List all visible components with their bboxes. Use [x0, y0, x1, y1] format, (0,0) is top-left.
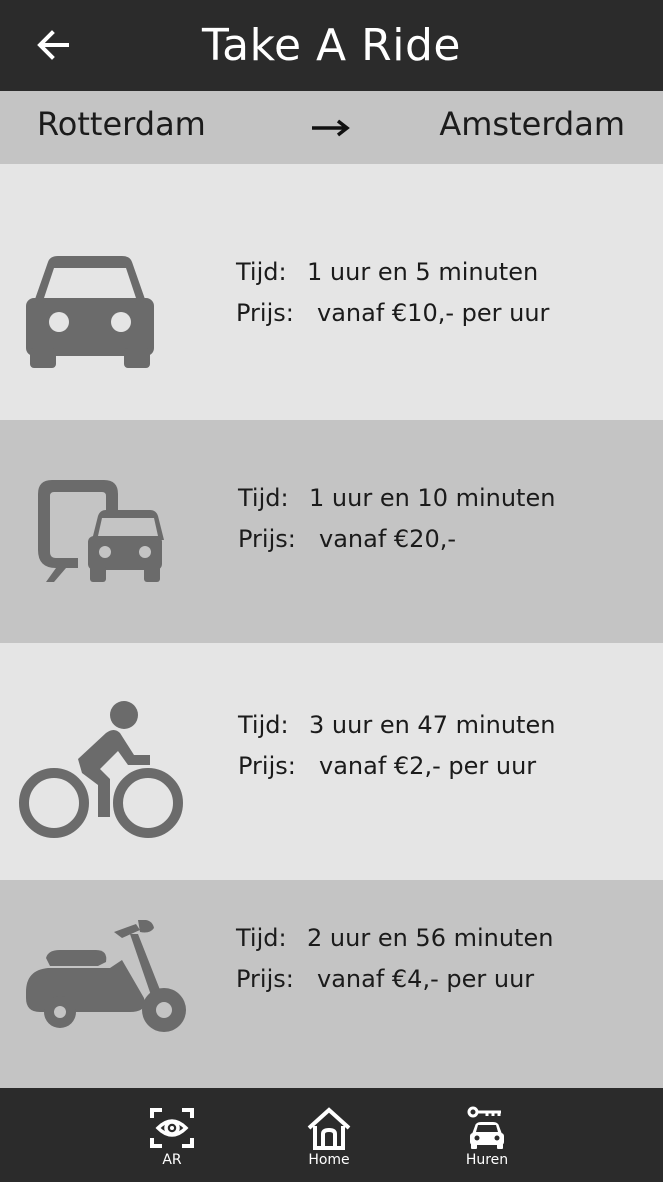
- bicycle-icon: [19, 701, 183, 838]
- home-icon: [307, 1107, 351, 1150]
- nav-ar[interactable]: AR: [127, 1106, 217, 1172]
- car-key-icon: [467, 1106, 504, 1149]
- nav-huren[interactable]: Huren: [442, 1106, 532, 1172]
- route-to: Amsterdam: [439, 105, 625, 143]
- route-bar: Rotterdam Amsterdam: [0, 91, 663, 164]
- prijs-label: Prijs:: [236, 965, 294, 993]
- prijs-value: vanaf €10,- per uur: [317, 299, 550, 327]
- prijs-label: Prijs:: [238, 752, 296, 780]
- public-transport-car-icon: [38, 480, 164, 582]
- app-header: Take A Ride: [0, 0, 663, 91]
- tijd-value: 3 uur en 47 minuten: [309, 711, 556, 739]
- nav-home[interactable]: Home: [284, 1106, 374, 1172]
- arrow-left-icon: [37, 30, 69, 60]
- nav-home-label: Home: [308, 1152, 350, 1168]
- nav-huren-label: Huren: [465, 1152, 509, 1168]
- ride-option-bicycle[interactable]: Tijd: 3 uur en 47 minuten Prijs: vanaf €…: [0, 643, 663, 880]
- car-icon: [26, 256, 154, 368]
- tijd-value: 1 uur en 5 minuten: [307, 258, 539, 286]
- ride-option-scooter[interactable]: Tijd: 2 uur en 56 minuten Prijs: vanaf €…: [0, 880, 663, 1088]
- tijd-label: Tijd:: [236, 924, 287, 952]
- page-title: Take A Ride: [202, 20, 461, 71]
- back-button[interactable]: [30, 22, 76, 68]
- prijs-value: vanaf €2,- per uur: [319, 752, 537, 780]
- scooter-icon: [26, 920, 186, 1032]
- ride-option-car[interactable]: Tijd: 1 uur en 5 minuten Prijs: vanaf €1…: [0, 164, 663, 420]
- nav-ar-label: AR: [162, 1152, 182, 1168]
- arrow-right-icon: [312, 119, 350, 137]
- ar-eye-icon: [150, 1108, 194, 1148]
- tijd-value: 2 uur en 56 minuten: [307, 924, 554, 952]
- prijs-label: Prijs:: [238, 525, 296, 553]
- route-from: Rotterdam: [37, 105, 206, 143]
- prijs-label: Prijs:: [236, 299, 294, 327]
- tijd-value: 1 uur en 10 minuten: [309, 484, 556, 512]
- prijs-value: vanaf €4,- per uur: [317, 965, 535, 993]
- bottom-nav: AR Home Huren: [0, 1088, 663, 1182]
- prijs-value: vanaf €20,-: [319, 525, 457, 553]
- ride-option-public-transport[interactable]: Tijd: 1 uur en 10 minuten Prijs: vanaf €…: [0, 420, 663, 643]
- tijd-label: Tijd:: [238, 484, 289, 512]
- tijd-label: Tijd:: [236, 258, 287, 286]
- tijd-label: Tijd:: [238, 711, 289, 739]
